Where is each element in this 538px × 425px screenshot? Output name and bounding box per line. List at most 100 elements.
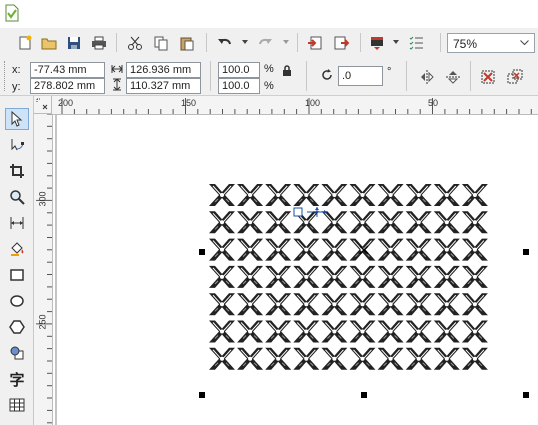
object-width-input[interactable]: 126.936 mm	[126, 62, 201, 78]
horizontal-ruler-ticks	[61, 98, 532, 114]
open-folder-icon[interactable]	[38, 32, 60, 53]
degree-label: °	[387, 66, 392, 78]
rectangle-tool-icon[interactable]	[5, 264, 29, 286]
scale-handle-left[interactable]	[199, 249, 205, 255]
pattern-tile	[405, 265, 433, 289]
scale-x-percent-label: %	[264, 63, 274, 75]
pattern-tile	[208, 320, 236, 343]
vertical-ruler[interactable]: 300 250	[34, 114, 53, 425]
crop-tool-icon[interactable]	[5, 160, 29, 182]
text-tool-icon[interactable]: 字	[5, 368, 29, 390]
pattern-tile	[377, 210, 405, 234]
shape-tool-icon[interactable]	[5, 134, 29, 156]
zoom-level-select[interactable]: 75%	[447, 33, 535, 53]
scale-handle-right[interactable]	[523, 249, 529, 255]
paste-icon[interactable]	[176, 32, 198, 53]
pattern-tile	[292, 183, 320, 207]
pattern-tile	[349, 265, 376, 289]
y-position-input[interactable]: 278.802 mm	[30, 78, 105, 94]
pattern-tile	[208, 292, 236, 316]
scale-x-input[interactable]: 100.0	[218, 62, 260, 78]
mirror-horizontal-icon[interactable]	[416, 66, 438, 87]
pattern-tile	[320, 347, 348, 371]
ruler-label-250: 250	[37, 314, 48, 330]
pattern-tile	[349, 210, 376, 234]
pattern-tile	[433, 292, 461, 316]
cut-icon[interactable]	[124, 32, 146, 53]
pattern-tile	[264, 320, 292, 343]
object-height-input[interactable]: 110.327 mm	[126, 78, 201, 94]
redo-dropdown-chevron-icon[interactable]	[283, 40, 289, 44]
pattern-tile	[349, 292, 376, 316]
lock-ratio-icon[interactable]	[282, 65, 292, 77]
rotate-icon	[322, 69, 332, 80]
pattern-tile	[236, 210, 264, 234]
mirror-vertical-icon[interactable]	[442, 66, 464, 87]
toolbar-separator	[210, 61, 211, 91]
fill-bucket-icon[interactable]	[5, 238, 29, 260]
pattern-tile	[377, 292, 405, 316]
height-arrows-icon	[113, 78, 121, 91]
scale-handle-bottom-left[interactable]	[199, 392, 205, 398]
move-cursor-icon	[293, 207, 327, 217]
copy-icon[interactable]	[150, 32, 172, 53]
ruler-label-300: 300	[37, 191, 48, 207]
pattern-tile	[461, 238, 489, 262]
pattern-tile	[236, 292, 264, 316]
width-arrows-icon	[111, 65, 123, 73]
zoom-tool-magnifier-icon[interactable]	[5, 186, 29, 208]
pattern-tile	[433, 347, 461, 371]
redo-icon[interactable]	[254, 32, 276, 53]
rotation-angle-input[interactable]: .0	[338, 66, 383, 86]
ruler-origin-corner[interactable]	[34, 96, 52, 114]
pick-tool-arrow-icon[interactable]	[5, 108, 29, 130]
publish-dropdown-chevron-icon[interactable]	[393, 40, 399, 44]
basic-shapes-tool-icon[interactable]	[5, 342, 29, 364]
x-position-input[interactable]: -77.43 mm	[30, 62, 105, 78]
scale-handle-bottom-right[interactable]	[523, 392, 529, 398]
pattern-tile	[320, 320, 348, 343]
pattern-tile	[461, 292, 489, 316]
center-x-marker-icon[interactable]	[358, 244, 370, 256]
print-icon[interactable]	[88, 32, 110, 53]
horizontal-ruler[interactable]: 200 150 100 50	[34, 96, 538, 115]
ruler-label-50: 50	[428, 98, 439, 108]
pattern-tile	[405, 183, 433, 207]
pattern-tile	[320, 292, 348, 316]
pattern-tile	[208, 238, 236, 262]
scale-handle-bottom[interactable]	[361, 392, 367, 398]
table-tool-icon[interactable]	[5, 394, 29, 416]
options-list-icon[interactable]	[406, 32, 428, 53]
pattern-tile	[433, 320, 461, 343]
dimension-tool-icon[interactable]	[5, 212, 29, 234]
pattern-tile	[264, 265, 292, 289]
undo-dropdown-chevron-icon[interactable]	[242, 40, 248, 44]
ungroup-icon[interactable]	[477, 66, 499, 87]
save-icon[interactable]	[63, 32, 85, 53]
pattern-tile	[461, 183, 489, 207]
ellipse-tool-icon[interactable]	[5, 290, 29, 312]
ruler-label-200: 200	[58, 98, 74, 108]
import-icon[interactable]	[304, 32, 326, 53]
toolbar-separator	[297, 33, 298, 52]
pattern-tile	[320, 238, 348, 262]
pattern-tile	[264, 183, 292, 207]
selected-pattern-group[interactable]	[208, 183, 490, 375]
pattern-tile	[292, 320, 320, 343]
scale-y-input[interactable]: 100.0	[218, 78, 260, 94]
toolbar-separator	[406, 61, 407, 91]
pattern-tile	[349, 347, 376, 371]
publish-pdf-icon[interactable]	[366, 32, 388, 53]
undo-icon[interactable]	[214, 32, 236, 53]
pattern-tile	[377, 320, 405, 343]
pattern-tile	[320, 183, 348, 207]
pattern-tile	[377, 183, 405, 207]
ungroup-all-icon[interactable]	[504, 66, 526, 87]
export-icon[interactable]	[330, 32, 352, 53]
new-document-icon[interactable]	[14, 32, 36, 53]
pattern-tile	[461, 347, 489, 371]
ruler-label-100: 100	[305, 98, 321, 108]
polygon-tool-icon[interactable]	[5, 316, 29, 338]
pattern-tile	[264, 292, 292, 316]
grip-handle[interactable]	[4, 61, 7, 91]
